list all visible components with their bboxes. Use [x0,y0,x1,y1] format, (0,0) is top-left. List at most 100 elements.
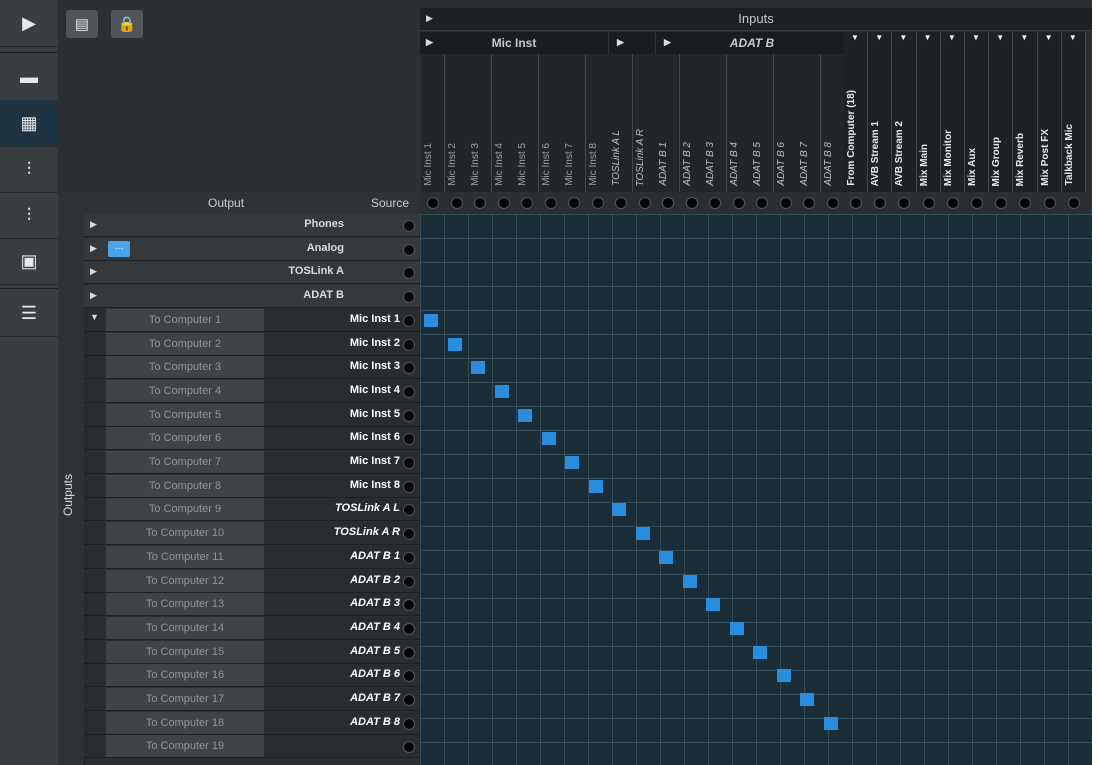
output-port-dot[interactable] [403,243,415,256]
route-connection[interactable] [800,693,814,706]
input-port-dot[interactable] [497,197,510,209]
output-row[interactable]: To Computer 8 Mic Inst 8 [84,474,420,498]
input-column-header[interactable]: Mic Inst 5 [515,54,539,192]
play-icon[interactable]: ▶ [0,0,58,47]
output-row[interactable]: To Computer 18 ADAT B 8 [84,711,420,735]
route-connection[interactable] [823,716,838,730]
input-group-column-header[interactable]: ▼ Mix Reverb [1013,32,1038,192]
output-row[interactable]: To Computer 17 ADAT B 7 [84,688,420,711]
output-port-dot[interactable] [403,528,415,541]
output-port-dot[interactable] [403,338,415,351]
input-port-dot[interactable] [779,197,792,209]
route-connection[interactable] [518,408,532,422]
output-row[interactable]: To Computer 19 [84,735,420,759]
input-column-header[interactable]: Mic Inst 8 [585,54,610,192]
output-port-dot[interactable] [403,599,415,612]
input-column-header[interactable]: Mic Inst 1 [421,54,445,192]
mixer-icon[interactable]: ⫶ [0,146,58,193]
output-port-dot[interactable] [403,457,415,469]
output-group-row[interactable]: ▶ ADAT B [84,285,420,309]
input-port-dot[interactable] [922,197,935,209]
route-connection[interactable] [612,503,626,517]
output-port-dot[interactable] [403,291,415,304]
input-port-dot[interactable] [971,197,983,209]
collapse-caret-icon[interactable]: ▼ [897,33,909,42]
output-port-dot[interactable] [403,480,415,493]
source-name[interactable]: ADAT B 7 [350,692,400,704]
output-port-dot[interactable] [403,362,415,375]
list-icon[interactable]: ☰ [0,290,58,337]
collapse-caret-icon[interactable]: ▼ [90,312,99,322]
input-port-dot[interactable] [474,197,486,209]
collapse-caret-icon[interactable]: ▼ [873,33,885,42]
expand-caret-icon[interactable]: ▶ [617,37,624,48]
input-port-dot[interactable] [662,197,674,209]
expand-caret-icon[interactable]: ▶ [90,290,97,301]
output-port-dot[interactable] [403,646,415,659]
route-connection[interactable] [541,432,556,446]
user-mixer-icon[interactable]: ⫶ [0,192,58,239]
input-column-header[interactable]: ADAT B 2 [679,54,704,192]
source-name[interactable]: ADAT B 8 [350,716,400,728]
route-connection[interactable] [447,337,462,351]
source-name[interactable]: TOSLink A R [334,526,400,538]
expand-caret-icon[interactable]: ▶ [90,219,97,230]
input-group-column-header[interactable]: ▼ Mix Aux [965,32,990,192]
input-column-header[interactable]: ADAT B 5 [750,54,774,192]
output-port-dot[interactable] [403,385,415,398]
source-name[interactable]: TOSLink A L [335,502,400,514]
input-group-column-header[interactable]: ▼ AVB Stream 2 [892,32,917,192]
collapse-caret-icon[interactable]: ▼ [970,33,982,42]
route-connection[interactable] [471,361,485,375]
output-port-dot[interactable] [403,220,415,232]
input-port-dot[interactable] [874,197,887,209]
output-port-dot[interactable] [403,622,415,635]
source-name[interactable]: Mic Inst 7 [350,455,400,467]
route-connection[interactable] [729,621,744,635]
input-port-dot[interactable] [450,197,463,209]
input-port-dot[interactable] [1067,197,1080,209]
group-header-toslink[interactable]: ▶ [609,32,656,54]
route-connection[interactable] [682,574,697,588]
output-row[interactable]: To Computer 2 Mic Inst 2 [84,332,420,356]
output-row[interactable]: To Computer 6 Mic Inst 6 [84,427,420,451]
output-port-dot[interactable] [403,504,415,517]
output-port-dot[interactable] [403,409,415,422]
collapse-caret-icon[interactable]: ▼ [1018,33,1030,42]
output-port-dot[interactable] [403,717,415,730]
route-connection[interactable] [776,669,791,683]
collapse-caret-icon[interactable]: ▼ [849,33,861,42]
route-connection[interactable] [494,384,509,398]
expand-caret-icon[interactable]: ▶ [90,266,97,277]
input-column-header[interactable]: ADAT B 8 [820,54,845,192]
output-port-dot[interactable] [403,551,415,564]
copy-icon[interactable]: ▤ [66,10,98,38]
input-column-header[interactable]: ADAT B 6 [773,54,798,192]
output-port-dot[interactable] [403,314,415,327]
input-port-dot[interactable] [995,197,1008,209]
collapse-caret-icon[interactable]: ▼ [1043,33,1055,42]
output-port-dot[interactable] [403,433,415,446]
output-row[interactable]: To Computer 4 Mic Inst 4 [84,379,420,403]
input-port-dot[interactable] [756,197,768,209]
input-port-dot[interactable] [638,197,651,209]
route-connection[interactable] [753,645,767,659]
source-name[interactable]: Mic Inst 5 [350,408,400,420]
input-column-header[interactable]: ADAT B 1 [656,54,680,192]
output-row[interactable]: To Computer 13 ADAT B 3 [84,593,420,617]
input-column-header[interactable]: ADAT B 4 [726,54,751,192]
source-name[interactable]: Mic Inst 4 [350,384,400,396]
source-name[interactable]: Mic Inst 6 [350,431,400,443]
output-port-dot[interactable] [403,670,415,683]
source-name[interactable]: ADAT B 1 [350,550,400,562]
more-options-button[interactable]: ... [108,240,130,257]
source-name[interactable]: Mic Inst 2 [350,337,400,349]
output-row[interactable]: To Computer 9 TOSLink A L [84,498,420,522]
input-port-dot[interactable] [946,197,959,209]
input-column-header[interactable]: Mic Inst 2 [444,54,469,192]
output-row[interactable]: ▼ To Computer 1 Mic Inst 1 [84,308,420,332]
input-port-dot[interactable] [732,197,745,209]
input-column-header[interactable]: ADAT B 3 [703,54,727,192]
input-group-column-header[interactable]: ▼ Mix Group [989,32,1014,192]
source-name[interactable]: ADAT B 4 [350,621,400,633]
